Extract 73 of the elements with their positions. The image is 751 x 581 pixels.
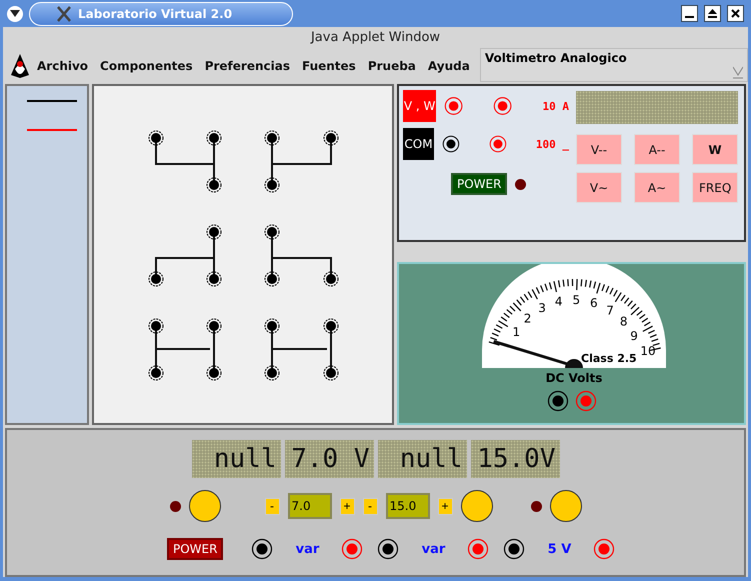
scale-label: 9 xyxy=(630,329,638,344)
terminal-label: COM xyxy=(403,128,434,160)
window-title: Laboratorio Virtual 2.0 xyxy=(78,6,232,20)
range-label: 10 A xyxy=(542,100,570,112)
scale-label: 8 xyxy=(620,314,628,329)
voltage-field[interactable]: 15.0 xyxy=(386,493,430,519)
scale-label: 5 xyxy=(572,293,580,308)
mascot-icon xyxy=(9,53,31,79)
instrument-select[interactable]: Voltimetro Analogico xyxy=(480,48,748,82)
knob[interactable] xyxy=(188,490,220,522)
caret-icon xyxy=(10,10,20,17)
menu-item[interactable]: Prueba xyxy=(362,59,422,73)
jack-icon[interactable] xyxy=(546,390,568,412)
scale-label: 3 xyxy=(538,300,546,315)
minimize-icon xyxy=(685,16,694,18)
scale-label: 7 xyxy=(606,303,614,318)
minimize-button[interactable] xyxy=(681,5,698,22)
scale-label: 1 xyxy=(512,324,520,339)
power-button[interactable]: POWER xyxy=(451,173,508,195)
menu-item[interactable]: Archivo xyxy=(31,59,94,73)
close-icon xyxy=(731,9,740,18)
power-button[interactable]: POWER xyxy=(167,538,224,560)
menu-item[interactable]: Ayuda xyxy=(422,59,476,73)
knob[interactable] xyxy=(550,490,582,522)
digital-display: 15.0V xyxy=(470,440,560,478)
applet-banner-title: Java Applet Window xyxy=(310,30,440,45)
scale-label: 10 xyxy=(640,344,656,358)
jack-icon[interactable] xyxy=(442,133,460,155)
digital-display: 7.0 V xyxy=(284,440,374,478)
circuit-junction-drawing[interactable] xyxy=(264,224,338,286)
wire-swatch[interactable] xyxy=(27,129,77,131)
circuit-junction-drawing[interactable] xyxy=(148,130,222,192)
maximize-icon xyxy=(708,9,717,18)
decrement-button[interactable]: - xyxy=(362,498,378,514)
class-label: Class 2.5 xyxy=(581,352,637,365)
jack-icon[interactable] xyxy=(377,538,400,560)
maximize-button[interactable] xyxy=(704,5,721,22)
terminal-label: V , W xyxy=(403,90,436,122)
scale-label: 4 xyxy=(554,294,563,309)
output-label: var xyxy=(294,542,320,556)
voltage-field[interactable]: 7.0 xyxy=(288,493,332,519)
scale-label: 2 xyxy=(524,311,532,326)
menu-item[interactable]: Fuentes xyxy=(296,59,362,73)
digital-display: null xyxy=(378,440,466,478)
app-icon xyxy=(56,6,72,22)
circuit-junction-drawing[interactable] xyxy=(264,130,338,192)
circuit-junction-drawing[interactable] xyxy=(148,318,222,380)
circuit-junction-drawing[interactable] xyxy=(148,224,222,286)
output-label: 5 V xyxy=(546,542,572,556)
increment-button[interactable]: + xyxy=(438,498,452,514)
mode-button[interactable]: V~ xyxy=(576,172,622,203)
close-button[interactable] xyxy=(727,5,744,22)
jack-icon[interactable] xyxy=(251,538,274,560)
dropdown-icon xyxy=(733,65,743,79)
mode-button[interactable]: FREQ xyxy=(692,172,738,203)
mode-button[interactable]: A-- xyxy=(634,134,680,165)
mode-button[interactable]: V-- xyxy=(576,134,622,165)
increment-button[interactable]: + xyxy=(340,498,354,514)
knob[interactable] xyxy=(460,490,492,522)
menu-item[interactable]: Preferencias xyxy=(198,59,296,73)
wire-swatch[interactable] xyxy=(27,100,77,102)
digital-display: null xyxy=(192,440,280,478)
mode-button[interactable]: A~ xyxy=(634,172,680,203)
mode-button[interactable]: W xyxy=(692,134,738,165)
window-menu-button[interactable] xyxy=(7,6,23,22)
unit-label: DC Volts xyxy=(546,371,602,384)
range-label: 100 _ xyxy=(536,138,569,150)
decrement-button[interactable]: - xyxy=(264,498,280,514)
output-label: var xyxy=(420,542,446,556)
scale-label: 6 xyxy=(590,296,598,310)
jack-icon[interactable] xyxy=(503,538,526,560)
circuit-junction-drawing[interactable] xyxy=(264,318,338,380)
menu-item[interactable]: Componentes xyxy=(94,59,199,73)
